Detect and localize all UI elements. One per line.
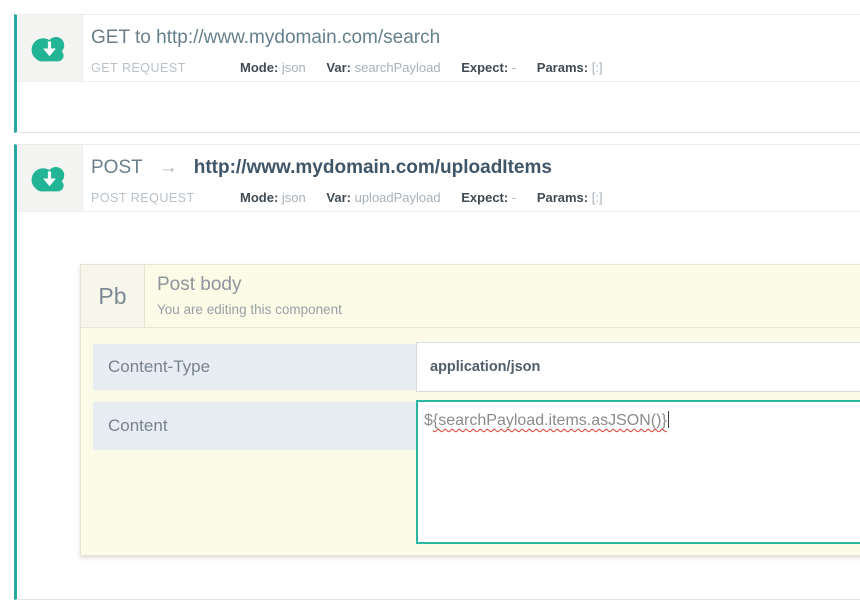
editor-form: Content-Type application/json Content ${… (81, 328, 860, 557)
meta-mode-key: Mode: (240, 60, 278, 75)
text-caret (668, 411, 669, 428)
content-textarea[interactable]: ${searchPayload.items.asJSON()} (416, 400, 860, 544)
post-body-editor-panel: Pb Post body You are editing this compon… (80, 264, 860, 556)
meta-expect-key: Expect: (461, 60, 508, 75)
content-label: Content (93, 402, 416, 450)
editor-subtitle: You are editing this component (157, 302, 342, 317)
meta-params-value: [:] (592, 60, 603, 75)
meta-mode-value: json (282, 60, 306, 75)
request-kind-label: GET REQUEST (91, 61, 186, 75)
content-type-input[interactable]: application/json (416, 342, 860, 392)
editor-title: Post body (157, 274, 242, 296)
request-meta-row: Mode: json Var: searchPayload Expect: - … (240, 60, 620, 75)
post-request-card[interactable]: POST → http://www.mydomain.com/uploadItems… (14, 144, 860, 600)
post-request-title: POST → http://www.mydomain.com/uploadItems (91, 157, 552, 179)
meta-params-key: Params: (537, 60, 588, 75)
post-request-header: POST → http://www.mydomain.com/uploadItems… (17, 145, 860, 212)
meta-var-value: searchPayload (355, 60, 441, 75)
request-method: POST (91, 157, 143, 178)
content-value-flagged: {searchPayload.items.asJSON()} (433, 412, 667, 429)
request-method: GET to (91, 27, 151, 48)
meta-expect-value: - (512, 60, 516, 75)
editor-panel-header: Pb Post body You are editing this compon… (81, 265, 860, 328)
get-request-card[interactable]: GET to http://www.mydomain.com/search GE… (14, 14, 860, 133)
meta-expect-key: Expect: (461, 190, 508, 205)
request-icon-cell (17, 145, 83, 211)
cloud-download-icon (29, 33, 70, 64)
meta-expect-value: - (512, 190, 516, 205)
request-url: http://www.mydomain.com/search (156, 27, 440, 48)
meta-params-value: [:] (592, 190, 603, 205)
get-request-header: GET to http://www.mydomain.com/search GE… (17, 15, 860, 82)
arrow-right-icon: → (159, 157, 178, 178)
meta-mode-value: json (282, 190, 306, 205)
request-meta-row: Mode: json Var: uploadPayload Expect: - … (240, 190, 620, 205)
meta-var-key: Var: (326, 190, 351, 205)
get-request-title: GET to http://www.mydomain.com/search (91, 27, 440, 49)
request-url: http://www.mydomain.com/uploadItems (194, 157, 552, 178)
content-value-prefix: $ (424, 412, 433, 429)
cloud-download-icon (29, 163, 70, 194)
component-symbol-badge: Pb (81, 265, 145, 327)
meta-var-value: uploadPayload (355, 190, 441, 205)
content-type-label: Content-Type (93, 344, 416, 390)
meta-var-key: Var: (326, 60, 351, 75)
meta-params-key: Params: (537, 190, 588, 205)
request-kind-label: POST REQUEST (91, 191, 195, 205)
request-icon-cell (17, 15, 83, 81)
meta-mode-key: Mode: (240, 190, 278, 205)
